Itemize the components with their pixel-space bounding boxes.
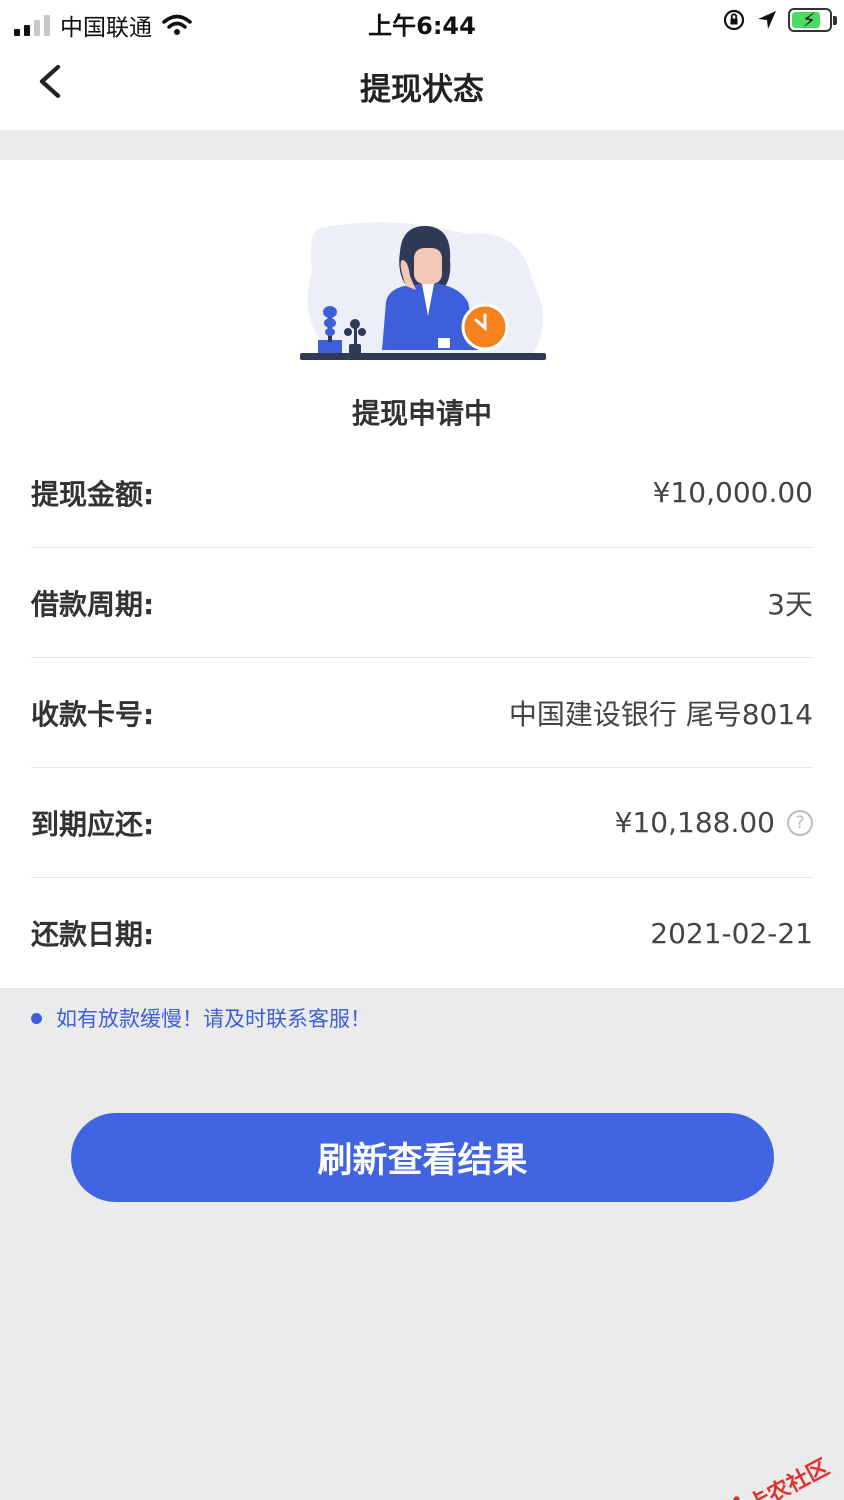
- detail-value: 3天: [767, 587, 813, 621]
- detail-label: 还款日期:: [31, 918, 155, 951]
- notice: 如有放款缓慢！请及时联系客服！: [31, 1003, 371, 1033]
- woman-waiting-illustration: [300, 222, 546, 360]
- detail-value: 2021-02-21: [650, 916, 813, 950]
- notice-text: 如有放款缓慢！请及时联系客服！: [56, 1007, 371, 1031]
- detail-label: 到期应还:: [31, 807, 155, 841]
- location-arrow-icon: [758, 11, 776, 29]
- detail-row-due-amount: 到期应还: ¥10,188.00 ?: [31, 768, 813, 878]
- detail-label: 提现金额:: [31, 477, 155, 511]
- watermark: 卡农社区: [711, 1450, 834, 1500]
- detail-row-amount: 提现金额: ¥10,000.00: [31, 438, 813, 548]
- detail-value: ¥10,000.00: [652, 476, 813, 509]
- detail-row-due-date: 还款日期: 2021-02-21: [31, 878, 813, 988]
- bullet-dot-icon: [31, 1012, 42, 1024]
- charging-bolt-icon: ⚡: [802, 8, 817, 32]
- question-icon[interactable]: ?: [787, 809, 813, 836]
- detail-label: 收款卡号:: [31, 697, 155, 731]
- status-bar: 中国联通 上午6:44 ⚡: [0, 0, 844, 44]
- page-title: 提现状态: [360, 72, 484, 108]
- withdrawal-status-card: 提现申请中 提现金额: ¥10,000.00 借款周期: 3天 收款卡号: 中国…: [0, 160, 844, 988]
- detail-label: 借款周期:: [31, 587, 155, 621]
- detail-value: ¥10,188.00 ?: [615, 806, 813, 839]
- status-time: 上午6:44: [368, 12, 476, 40]
- detail-value: 中国建设银行 尾号8014: [508, 697, 813, 731]
- navigation-bar: 提现状态: [0, 44, 844, 130]
- orientation-lock-icon: [723, 9, 745, 31]
- details-list: 提现金额: ¥10,000.00 借款周期: 3天 收款卡号: 中国建设银行 尾…: [31, 438, 813, 988]
- detail-row-card: 收款卡号: 中国建设银行 尾号8014: [31, 658, 813, 768]
- refresh-button[interactable]: 刷新查看结果: [71, 1113, 774, 1202]
- battery-icon: ⚡: [788, 8, 837, 32]
- status-right: ⚡: [722, 8, 837, 32]
- watermark-text: 卡农社区: [744, 1455, 834, 1500]
- withdrawal-status-label: 提现申请中: [351, 397, 492, 430]
- detail-row-term: 借款周期: 3天: [31, 548, 813, 658]
